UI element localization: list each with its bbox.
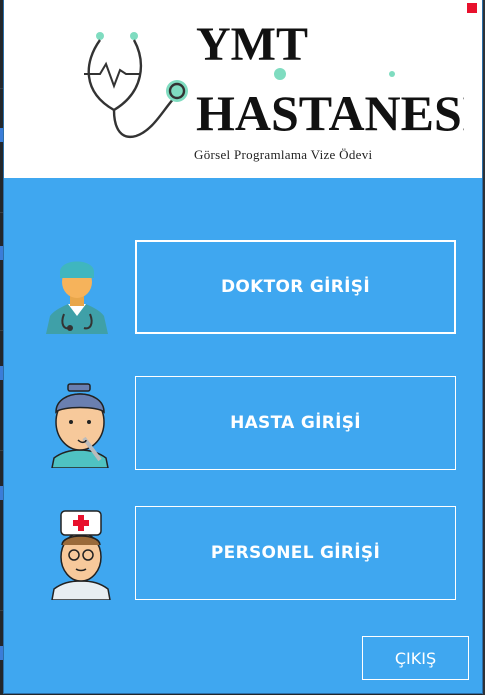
exit-button[interactable]: ÇIKIŞ xyxy=(362,636,469,680)
close-icon[interactable] xyxy=(467,3,477,13)
patient-login-button[interactable]: HASTA GİRİŞİ xyxy=(135,376,456,470)
header: YMT HASTANESİ Görsel Programlama Vize Öd… xyxy=(4,0,482,178)
doctor-login-button[interactable]: DOKTOR GİRİŞİ xyxy=(135,240,456,334)
staff-login-button[interactable]: PERSONEL GİRİŞİ xyxy=(135,506,456,600)
nurse-avatar-icon xyxy=(51,510,111,600)
doctor-avatar-icon xyxy=(46,261,108,334)
patient-avatar-icon xyxy=(51,383,109,468)
title-line2: HASTANESİ xyxy=(196,85,464,141)
hospital-login-window: YMT HASTANESİ Görsel Programlama Vize Öd… xyxy=(4,0,482,693)
title-line1: YMT xyxy=(196,18,308,71)
subtitle: Görsel Programlama Vize Ödevi xyxy=(194,147,373,162)
